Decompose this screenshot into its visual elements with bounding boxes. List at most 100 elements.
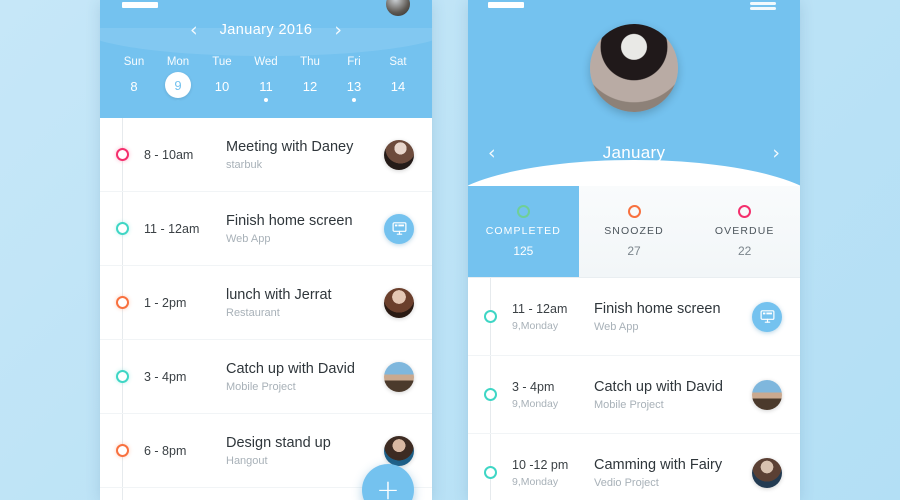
event-avatar[interactable]: [384, 435, 414, 466]
event-title: Catch up with David: [226, 360, 355, 377]
day-name-label: Wed: [254, 56, 278, 68]
chevron-left-icon[interactable]: ‹: [488, 143, 496, 163]
event-row[interactable]: 1 - 2pm lunch with Jerrat Restaurant: [100, 266, 432, 340]
event-time: 8 - 10am: [144, 147, 194, 162]
stat-count: 27: [627, 244, 641, 258]
stat-label: COMPLETED: [485, 225, 561, 237]
stat-count: 22: [738, 244, 752, 258]
event-status-ring[interactable]: [116, 296, 129, 309]
stat-tab-overdue[interactable]: OVERDUE 22: [689, 186, 800, 277]
profile-summary-panel: ‹ January › COMPLETED 125 SNOOZED 27 OVERDUE…: [468, 0, 800, 500]
event-title: Camming with Fairy: [594, 456, 723, 473]
event-row[interactable]: 3 - 4pm Catch up with David Mobile Project: [100, 340, 432, 414]
monitor-icon[interactable]: [384, 213, 414, 244]
stats-tabs: COMPLETED 125 SNOOZED 27 OVERDUE 22: [468, 186, 800, 278]
event-date: 9,Monday: [512, 319, 559, 332]
event-time: 6 - 8pm: [144, 443, 187, 458]
event-date: 9,Monday: [512, 475, 559, 488]
chevron-right-icon[interactable]: ›: [334, 20, 342, 40]
month-navigator: ‹ January 2016 ›: [100, 16, 432, 44]
event-title: Meeting with Daney: [226, 138, 354, 155]
profile-photo[interactable]: [590, 24, 678, 112]
app-screenshot: ‹ January 2016 › Sun 8 Mon 9 Tue 10 Wed 11 Thu 12…: [0, 0, 900, 500]
event-time-column: 11 - 12am: [144, 222, 226, 236]
left-statusbar: [100, 0, 432, 16]
day-cell-sun[interactable]: Sun 8: [112, 50, 156, 102]
event-subtitle: Web App: [594, 320, 639, 333]
event-subtitle: Hangout: [226, 454, 268, 467]
event-time: 3 - 4pm: [144, 369, 187, 384]
chevron-left-icon[interactable]: ‹: [190, 20, 198, 40]
menu-bar-icon[interactable]: [488, 2, 524, 8]
event-avatar[interactable]: [752, 457, 782, 488]
menu-bar-icon[interactable]: [122, 2, 158, 8]
day-name-label: Thu: [300, 56, 320, 68]
stat-tab-completed[interactable]: COMPLETED 125: [468, 186, 579, 277]
user-avatar[interactable]: [386, 0, 410, 16]
event-time: 10 -12 pm: [512, 457, 569, 472]
day-cell-sat[interactable]: Sat 14: [376, 50, 420, 102]
event-status-ring[interactable]: [116, 444, 129, 457]
event-row[interactable]: 11 - 12am 9,Monday Finish home screen Web A…: [468, 278, 800, 356]
day-name-label: Sun: [123, 56, 145, 68]
event-time-column: 1 - 2pm: [144, 296, 226, 310]
event-title: Finish home screen: [226, 212, 353, 229]
event-text-column: Camming with Fairy Vedio Project: [594, 457, 752, 489]
event-status-ring[interactable]: [484, 310, 497, 323]
chevron-right-icon[interactable]: ›: [772, 143, 780, 163]
event-status-ring[interactable]: [116, 370, 129, 383]
day-cell-mon[interactable]: Mon 9: [156, 50, 200, 104]
event-row[interactable]: 8 - 10am Meeting with Daney starbuk: [100, 118, 432, 192]
event-time-column: 11 - 12am 9,Monday: [512, 302, 594, 332]
event-title: Design stand up: [226, 434, 331, 451]
stat-ring-icon: [627, 205, 641, 218]
event-subtitle: Restaurant: [226, 306, 280, 319]
event-status-ring[interactable]: [116, 222, 129, 235]
event-time: 11 - 12am: [512, 301, 568, 316]
day-cell-fri[interactable]: Fri 13: [332, 50, 376, 102]
event-row[interactable]: 3 - 4pm 9,Monday Catch up with David Mobile…: [468, 356, 800, 434]
day-number-label: 13: [346, 79, 362, 94]
event-row[interactable]: 11 - 12am Finish home screen Web App: [100, 192, 432, 266]
event-avatar[interactable]: [384, 361, 414, 392]
day-cell-thu[interactable]: Thu 12: [288, 50, 332, 102]
event-text-column: Catch up with David Mobile Project: [226, 361, 384, 393]
day-name-label: Tue: [212, 56, 232, 68]
day-cell-wed[interactable]: Wed 11: [244, 50, 288, 102]
day-number-label: 8: [130, 79, 138, 94]
stat-ring-icon: [516, 205, 530, 218]
day-name-label: Fri: [347, 56, 361, 68]
event-dot-indicator: [176, 100, 180, 104]
event-status-ring[interactable]: [484, 466, 497, 479]
hamburger-menu-icon[interactable]: [750, 2, 776, 10]
event-subtitle: Web App: [226, 232, 271, 245]
monitor-icon[interactable]: [752, 301, 782, 332]
event-dot-indicator: [352, 98, 356, 102]
event-subtitle: Vedio Project: [594, 476, 659, 489]
event-avatar[interactable]: [384, 139, 414, 170]
event-title: Catch up with David: [594, 378, 723, 395]
day-number-label: 10: [214, 79, 230, 94]
event-text-column: lunch with Jerrat Restaurant: [226, 287, 384, 319]
event-subtitle: Mobile Project: [226, 380, 296, 393]
event-avatar[interactable]: [752, 379, 782, 410]
event-text-column: Catch up with David Mobile Project: [594, 379, 752, 411]
stat-ring-icon: [738, 205, 752, 218]
event-dot-indicator: [264, 98, 268, 102]
event-subtitle: starbuk: [226, 158, 263, 171]
event-text-column: Design stand up Hangout: [226, 435, 384, 467]
day-name-label: Mon: [166, 56, 190, 68]
event-text-column: Finish home screen Web App: [226, 213, 384, 245]
event-subtitle: Mobile Project: [594, 398, 664, 411]
event-time-column: 3 - 4pm: [144, 370, 226, 384]
event-avatar[interactable]: [384, 287, 414, 318]
left-header: ‹ January 2016 › Sun 8 Mon 9 Tue 10 Wed 11 Thu 12…: [100, 0, 432, 118]
event-status-ring[interactable]: [484, 388, 497, 401]
event-date: 9,Monday: [512, 397, 559, 410]
event-time-column: 10 -12 pm 9,Monday: [512, 458, 594, 488]
day-cell-tue[interactable]: Tue 10: [200, 50, 244, 102]
event-status-ring[interactable]: [116, 148, 129, 161]
stat-tab-snoozed[interactable]: SNOOZED 27: [579, 186, 690, 277]
event-row[interactable]: 10 -12 pm 9,Monday Camming with Fairy Vedio…: [468, 434, 800, 500]
month-year-label: January 2016: [219, 22, 313, 38]
